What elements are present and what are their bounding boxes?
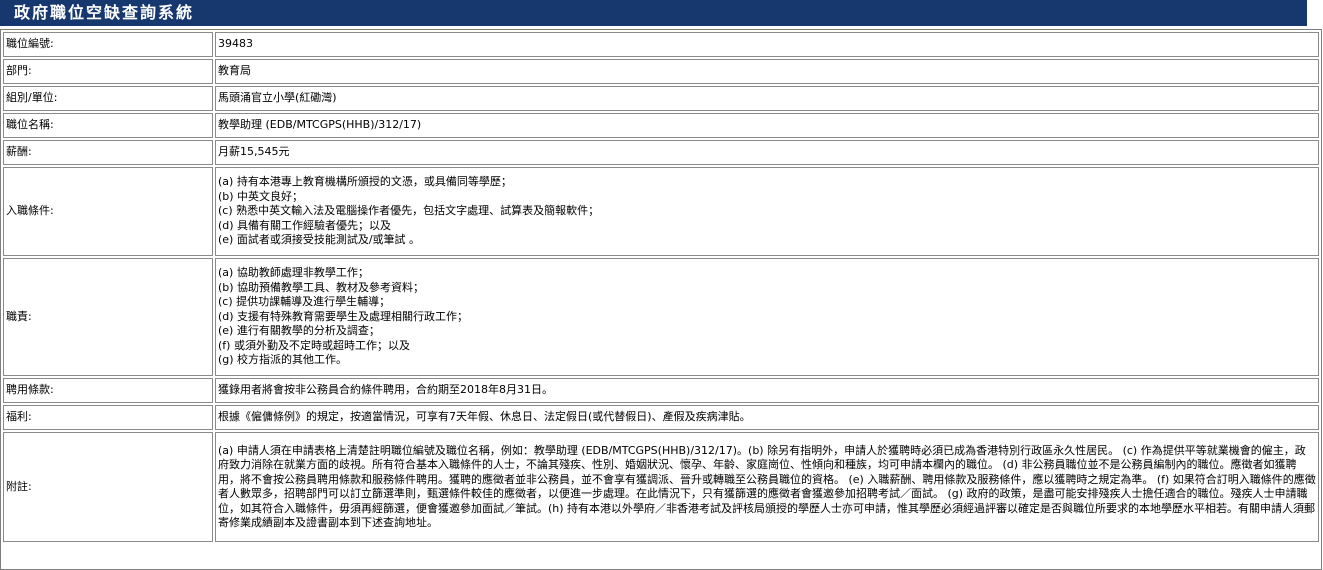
row-value-benefits: 根據《僱傭條例》的規定，按適當情況，可享有7天年假、休息日、法定假日(或代替假日…	[215, 405, 1319, 430]
row-value-post-title: 教學助理 (EDB/MTCGPS(HHB)/312/17)	[215, 113, 1319, 138]
table-row: 聘用條款: 獲錄用者將會按非公務員合約條件聘用，合約期至2018年8月31日。	[3, 378, 1319, 403]
duty-item: (c) 提供功課輔導及進行學生輔導；	[218, 295, 391, 309]
page-title: 政府職位空缺查詢系統	[0, 0, 1307, 26]
requirement-item: (a) 持有本港專上教育機構所頒授的文憑，或具備同等學歷；	[218, 175, 512, 189]
table-row: 職位編號: 39483	[3, 32, 1319, 57]
row-value-duties: (a) 協助教師處理非教學工作； (b) 協助預備教學工具、教材及參考資料； (…	[215, 258, 1319, 376]
row-value-notes: (a) 申請人須在申請表格上清楚註明職位編號及職位名稱，例如：教學助理 (EDB…	[215, 432, 1319, 542]
row-label-benefits: 福利:	[3, 405, 213, 430]
job-details-panel: 職位編號: 39483 部門: 教育局 組別/單位: 馬頭涌官立小學(紅磡灣) …	[0, 29, 1322, 570]
table-row: 部門: 教育局	[3, 59, 1319, 84]
requirement-item: (d) 具備有關工作經驗者優先；以及	[218, 218, 392, 232]
row-value-salary: 月薪15,545元	[215, 140, 1319, 165]
row-label-salary: 薪酬:	[3, 140, 213, 165]
duty-item: (g) 校方指派的其他工作。	[218, 353, 348, 367]
row-label-post-title: 職位名稱:	[3, 113, 213, 138]
row-label-post-number: 職位編號:	[3, 32, 213, 57]
table-row: 入職條件: (a) 持有本港專上教育機構所頒授的文憑，或具備同等學歷； (b) …	[3, 167, 1319, 256]
job-details-table: 職位編號: 39483 部門: 教育局 組別/單位: 馬頭涌官立小學(紅磡灣) …	[1, 30, 1321, 544]
table-row: 組別/單位: 馬頭涌官立小學(紅磡灣)	[3, 86, 1319, 111]
duty-item: (e) 進行有關教學的分析及調查；	[218, 324, 380, 338]
table-row: 薪酬: 月薪15,545元	[3, 140, 1319, 165]
row-label-entry-requirements: 入職條件:	[3, 167, 213, 256]
table-row: 福利: 根據《僱傭條例》的規定，按適當情況，可享有7天年假、休息日、法定假日(或…	[3, 405, 1319, 430]
duty-item: (b) 協助預備教學工具、教材及參考資料；	[218, 280, 425, 294]
row-label-section: 組別/單位:	[3, 86, 213, 111]
requirement-item: (b) 中英文良好；	[218, 189, 304, 203]
row-value-section: 馬頭涌官立小學(紅磡灣)	[215, 86, 1319, 111]
row-label-terms-of-appointment: 聘用條款:	[3, 378, 213, 403]
row-value-terms-of-appointment: 獲錄用者將會按非公務員合約條件聘用，合約期至2018年8月31日。	[215, 378, 1319, 403]
duty-item: (f) 或須外勤及不定時或超時工作；以及	[218, 338, 410, 352]
duty-item: (d) 支援有特殊教育需要學生及處理相關行政工作；	[218, 309, 469, 323]
row-value-entry-requirements: (a) 持有本港專上教育機構所頒授的文憑，或具備同等學歷； (b) 中英文良好；…	[215, 167, 1319, 256]
requirement-item: (c) 熟悉中英文輸入法及電腦操作者優先，包括文字處理、試算表及簡報軟件；	[218, 204, 600, 218]
table-row: 職位名稱: 教學助理 (EDB/MTCGPS(HHB)/312/17)	[3, 113, 1319, 138]
row-value-post-number: 39483	[215, 32, 1319, 57]
row-label-department: 部門:	[3, 59, 213, 84]
table-row: 附註: (a) 申請人須在申請表格上清楚註明職位編號及職位名稱，例如：教學助理 …	[3, 432, 1319, 542]
row-value-department: 教育局	[215, 59, 1319, 84]
row-label-notes: 附註:	[3, 432, 213, 542]
duty-item: (a) 協助教師處理非教學工作；	[218, 266, 369, 280]
row-label-duties: 職責:	[3, 258, 213, 376]
requirement-item: (e) 面試者或須接受技能測試及/或筆試 。	[218, 233, 421, 247]
table-row: 職責: (a) 協助教師處理非教學工作； (b) 協助預備教學工具、教材及參考資…	[3, 258, 1319, 376]
